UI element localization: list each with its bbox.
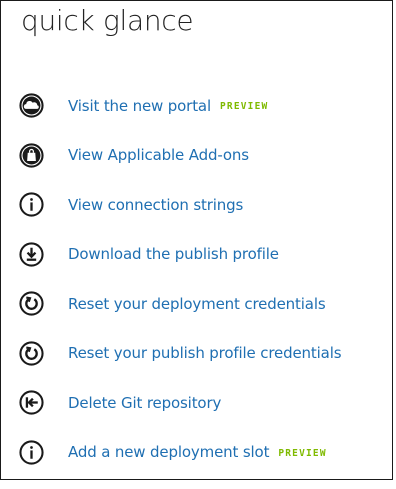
link-label[interactable]: Visit the new portal <box>68 97 211 115</box>
link-view-connection-strings[interactable]: View connection strings <box>19 192 341 217</box>
link-label[interactable]: View Applicable Add-ons <box>68 146 249 164</box>
link-reset-publish-profile-credentials[interactable]: Reset your publish profile credentials <box>19 340 342 366</box>
link-label[interactable]: Add a new deployment slot <box>68 443 269 461</box>
preview-badge: PREVIEW <box>220 101 269 112</box>
shopping-bag-icon <box>19 142 44 168</box>
info-icon <box>19 192 44 217</box>
cloud-icon <box>19 93 44 118</box>
link-reset-deployment-credentials[interactable]: Reset your deployment credentials <box>19 291 341 316</box>
link-view-add-ons[interactable]: View Applicable Add-ons <box>19 142 341 168</box>
link-add-deployment-slot[interactable]: Add a new deployment slot PREVIEW <box>19 439 341 465</box>
link-download-publish-profile[interactable]: Download the publish profile <box>19 241 341 267</box>
quick-glance-panel: quick glance Visit the new portal PREVIE… <box>0 0 393 480</box>
reset-icon <box>19 340 44 366</box>
preview-badge: PREVIEW <box>278 447 327 459</box>
link-visit-new-portal[interactable]: Visit the new portal PREVIEW <box>19 93 341 118</box>
panel-title: quick glance <box>21 4 194 37</box>
delete-git-icon <box>19 390 44 415</box>
quick-glance-links: Visit the new portal PREVIEW View Applic… <box>19 93 342 489</box>
link-label[interactable]: Reset your publish profile credentials <box>68 344 342 362</box>
download-icon <box>19 241 44 267</box>
info-icon <box>19 439 44 465</box>
link-label[interactable]: View connection strings <box>68 196 243 214</box>
link-label[interactable]: Reset your deployment credentials <box>68 295 326 313</box>
link-delete-git-repository[interactable]: Delete Git repository <box>19 390 341 415</box>
link-label[interactable]: Download the publish profile <box>68 245 279 263</box>
reset-icon <box>19 291 44 316</box>
link-label[interactable]: Delete Git repository <box>68 394 221 412</box>
